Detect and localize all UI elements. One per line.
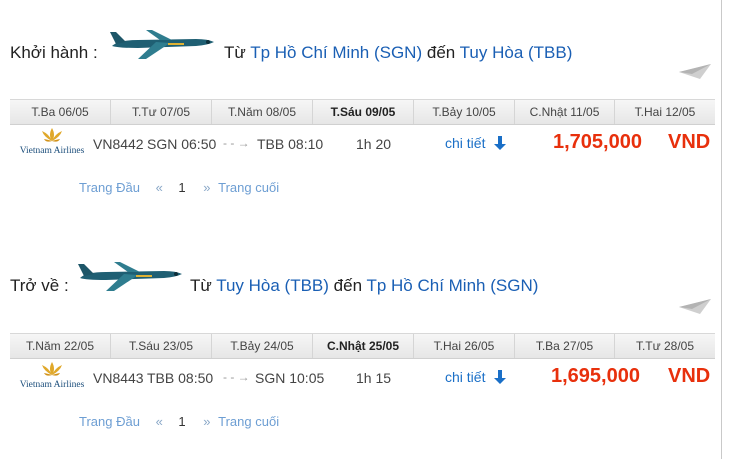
departure: TBB 08:50 <box>147 370 214 386</box>
page-number[interactable]: 1 <box>178 180 185 195</box>
return-pager: Trang Đầu « 1 » Trang cuối <box>79 414 279 429</box>
date-tab[interactable]: T.Năm 08/05 <box>212 100 313 124</box>
currency: VND <box>668 365 711 387</box>
date-tab-active[interactable]: C.Nhật 25/05 <box>313 334 414 358</box>
return-header: Trở về : Từ Tuy Hòa (TBB) đến Tp Hồ Chí … <box>0 234 732 314</box>
outbound-flight-row[interactable]: Vietnam Airlines VN8442 SGN 06:50 - - → … <box>10 124 715 164</box>
currency: VND <box>668 131 711 153</box>
return-label: Trở về : <box>10 276 69 295</box>
detail-label[interactable]: chi tiết <box>445 135 485 151</box>
airplane-image <box>110 30 214 59</box>
first-page-link[interactable]: Trang Đầu <box>79 414 140 429</box>
departure: SGN 06:50 <box>147 136 217 152</box>
return-flight-row[interactable]: Vietnam Airlines VN8443 TBB 08:50 - - → … <box>10 358 715 398</box>
outbound-header: Khởi hành : Từ Tp Hồ Chí Minh (SGN) đến … <box>0 0 732 80</box>
from-city-link[interactable]: Tp Hồ Chí Minh (SGN) <box>250 43 422 62</box>
arrow-right-icon: - - → <box>223 136 250 150</box>
arrow-down-icon[interactable] <box>493 135 507 151</box>
vietnam-airlines-logo: Vietnam Airlines <box>18 126 86 160</box>
flight-number: VN8442 <box>93 136 144 152</box>
date-tab[interactable]: T.Hai 26/05 <box>414 334 515 358</box>
date-tab[interactable]: T.Năm 22/05 <box>10 334 111 358</box>
paper-plane-icon <box>679 299 711 314</box>
last-page-link[interactable]: Trang cuối <box>218 414 279 429</box>
return-date-bar: T.Năm 22/05 T.Sáu 23/05 T.Bảy 24/05 C.Nh… <box>10 333 715 359</box>
arrival: SGN 10:05 <box>255 370 325 386</box>
price: 1,705,000 <box>553 131 642 153</box>
date-tab[interactable]: C.Nhật 11/05 <box>515 100 615 124</box>
outbound-pager: Trang Đầu « 1 » Trang cuối <box>79 180 279 195</box>
date-tab[interactable]: T.Hai 12/05 <box>615 100 715 124</box>
date-tab[interactable]: T.Tư 07/05 <box>111 100 212 124</box>
date-tab-active[interactable]: T.Sáu 09/05 <box>313 100 414 124</box>
from-city-link[interactable]: Tuy Hòa (TBB) <box>216 276 329 295</box>
route-prefix: Từ <box>190 276 212 295</box>
prev-page-link[interactable]: « <box>156 180 163 195</box>
date-tab[interactable]: T.Sáu 23/05 <box>111 334 212 358</box>
next-page-link[interactable]: » <box>203 180 210 195</box>
route-prefix: Từ <box>224 43 246 62</box>
next-page-link[interactable]: » <box>203 414 210 429</box>
first-page-link[interactable]: Trang Đầu <box>79 180 140 195</box>
paper-plane-icon <box>679 64 711 79</box>
return-section: Trở về : Từ Tuy Hòa (TBB) đến Tp Hồ Chí … <box>0 234 732 459</box>
return-route: Từ Tuy Hòa (TBB) đến Tp Hồ Chí Minh (SGN… <box>190 276 538 296</box>
flight-number: VN8443 <box>93 370 144 386</box>
vietnam-airlines-logo: Vietnam Airlines <box>18 360 86 394</box>
duration: 1h 15 <box>356 370 392 386</box>
airline-name: Vietnam Airlines <box>19 146 85 156</box>
page-number[interactable]: 1 <box>178 414 185 429</box>
prev-page-link[interactable]: « <box>156 414 163 429</box>
price: 1,695,000 <box>551 365 640 387</box>
outbound-date-bar: T.Ba 06/05 T.Tư 07/05 T.Năm 08/05 T.Sáu … <box>10 99 715 125</box>
last-page-link[interactable]: Trang cuối <box>218 180 279 195</box>
arrow-right-icon: - - → <box>223 370 250 384</box>
to-city-link[interactable]: Tp Hồ Chí Minh (SGN) <box>366 276 538 295</box>
detail-label[interactable]: chi tiết <box>445 369 485 385</box>
duration: 1h 20 <box>356 136 392 152</box>
to-city-link[interactable]: Tuy Hòa (TBB) <box>460 43 573 62</box>
route-mid: đến <box>333 276 363 295</box>
outbound-section: Khởi hành : Từ Tp Hồ Chí Minh (SGN) đến … <box>0 0 732 210</box>
date-tab[interactable]: T.Bảy 24/05 <box>212 334 313 358</box>
outbound-route: Từ Tp Hồ Chí Minh (SGN) đến Tuy Hòa (TBB… <box>224 43 572 63</box>
route-mid: đến <box>426 43 456 62</box>
outbound-label: Khởi hành : <box>10 43 98 62</box>
airline-name: Vietnam Airlines <box>19 380 85 390</box>
airplane-image <box>78 262 182 291</box>
arrow-down-icon[interactable] <box>493 369 507 385</box>
date-tab[interactable]: T.Bảy 10/05 <box>414 100 515 124</box>
date-tab[interactable]: T.Ba 27/05 <box>515 334 615 358</box>
detail-link[interactable]: chi tiết <box>445 369 507 385</box>
date-tab[interactable]: T.Tư 28/05 <box>615 334 715 358</box>
arrival: TBB 08:10 <box>257 136 324 152</box>
detail-link[interactable]: chi tiết <box>445 135 507 151</box>
date-tab[interactable]: T.Ba 06/05 <box>10 100 111 124</box>
